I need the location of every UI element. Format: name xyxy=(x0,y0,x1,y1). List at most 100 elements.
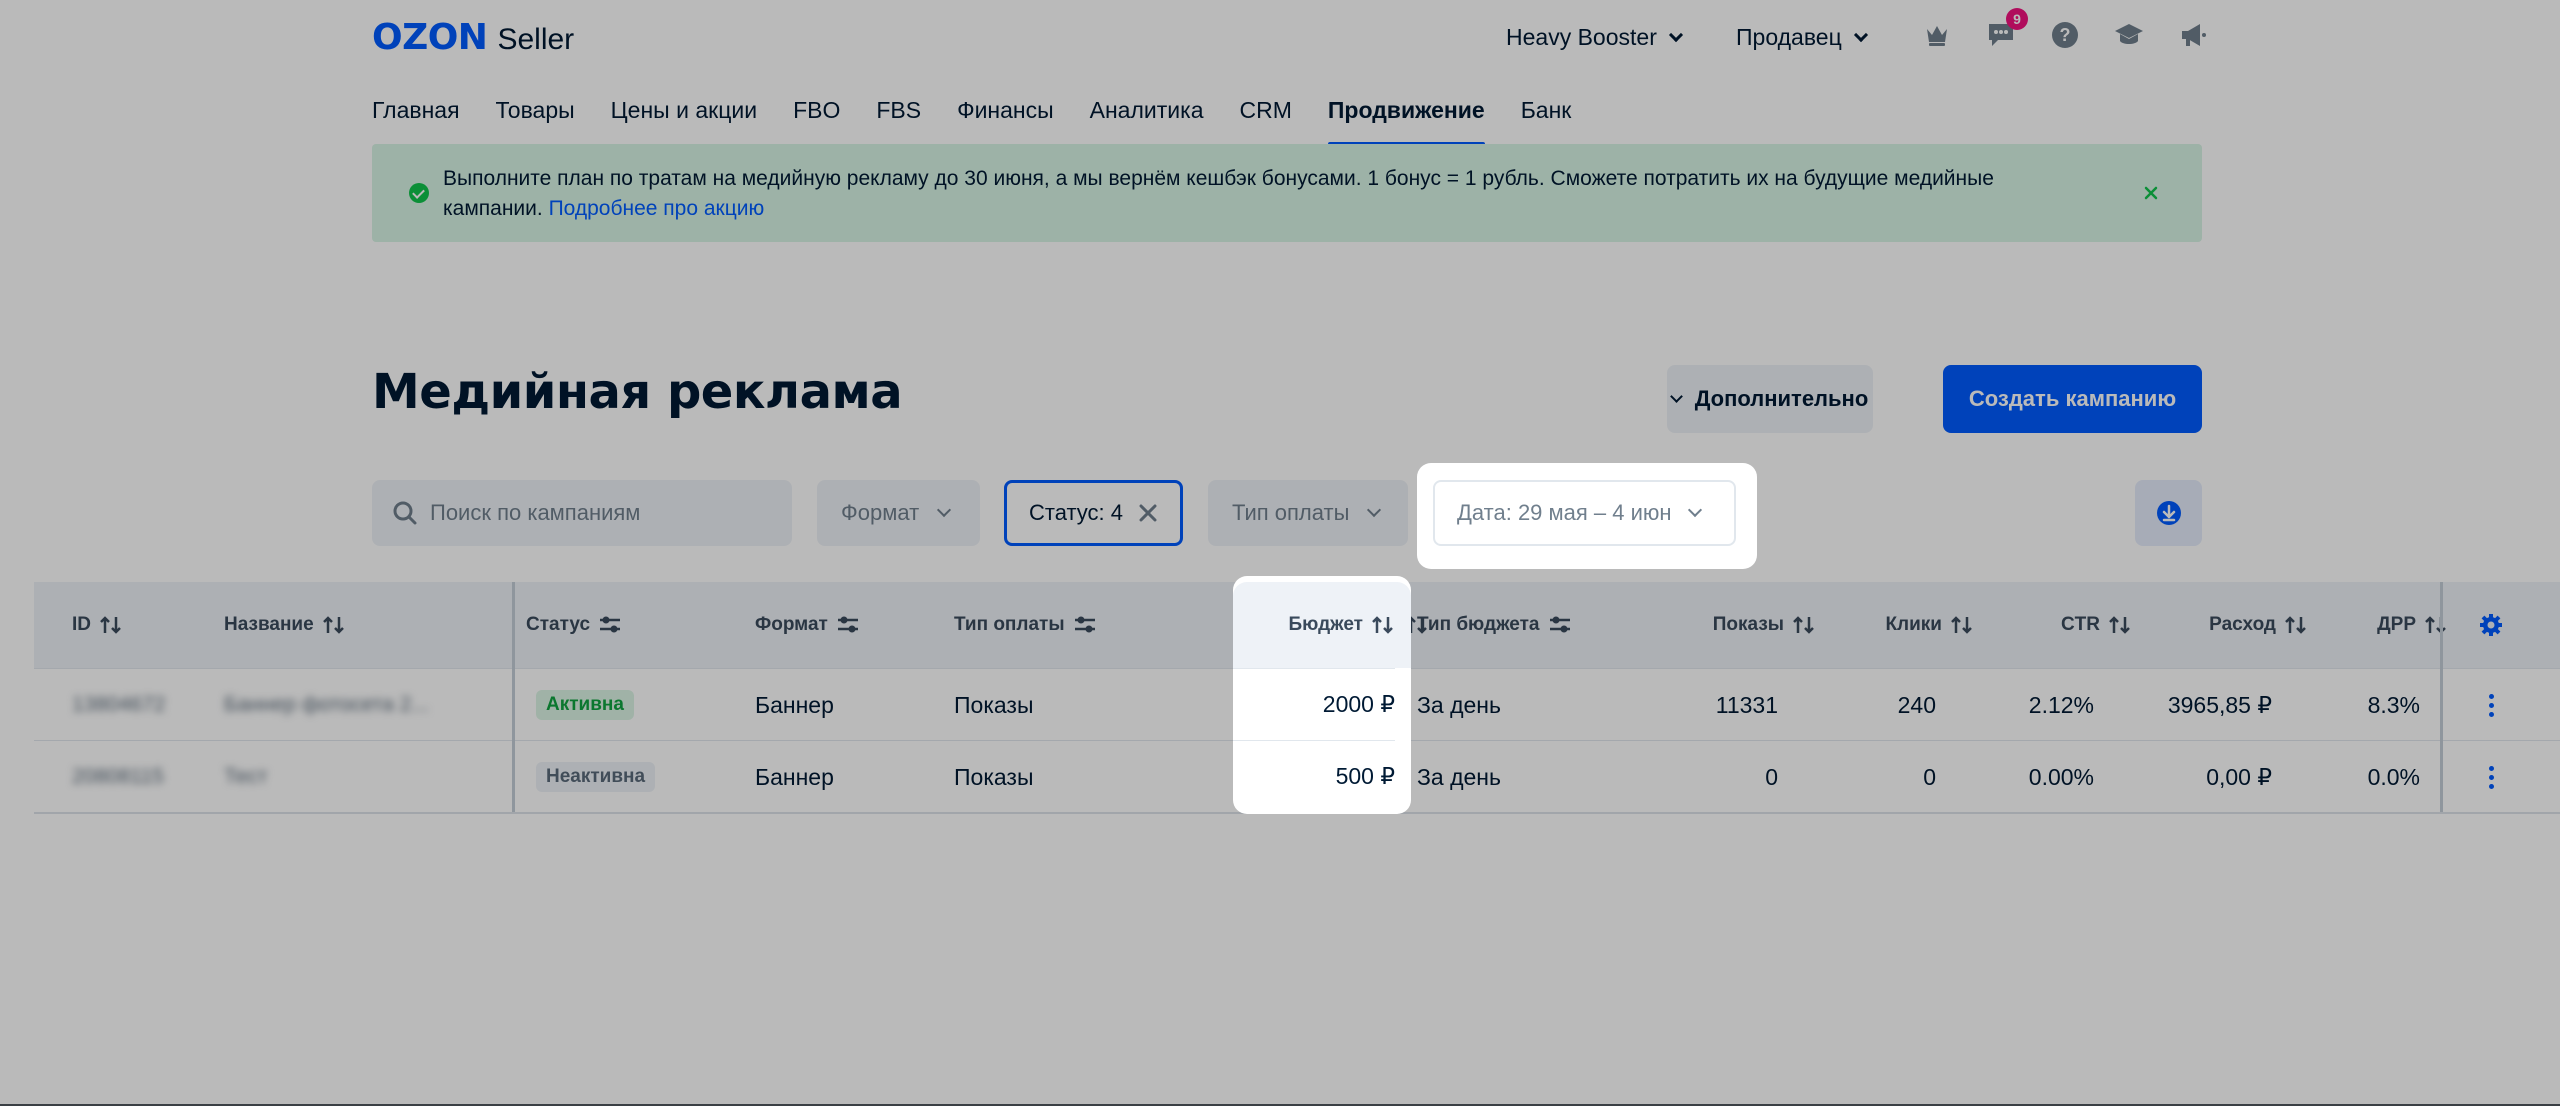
nav-item-promotion[interactable]: Продвижение xyxy=(1327,96,1485,146)
search-icon xyxy=(393,501,417,525)
col-budget-type[interactable]: Тип бюджета xyxy=(1417,582,1572,668)
col-spend-label: Расход xyxy=(2209,614,2276,635)
column-divider xyxy=(2440,582,2443,814)
col-status-label: Статус xyxy=(526,614,591,635)
nav-item-analytics[interactable]: Аналитика xyxy=(1090,96,1204,146)
col-name-label: Название xyxy=(224,614,314,635)
chevron-down-icon xyxy=(937,502,952,518)
nav-item-bank[interactable]: Банк xyxy=(1521,96,1572,146)
clear-filter-icon[interactable] xyxy=(1137,502,1159,524)
nav-item-home[interactable]: Главная xyxy=(372,96,460,146)
date-filter[interactable]: Дата: 29 мая – 4 июн xyxy=(1433,480,1736,546)
chevron-down-icon xyxy=(1853,27,1868,42)
cell-shows: 0 xyxy=(1765,763,1778,790)
create-campaign-button[interactable]: Создать кампанию xyxy=(1943,365,2202,433)
status-badge: Активна xyxy=(536,690,634,720)
chevron-down-icon xyxy=(1687,502,1702,518)
nav-item-prices[interactable]: Цены и акции xyxy=(611,96,757,146)
nav-item-crm[interactable]: CRM xyxy=(1239,96,1291,146)
sort-icon[interactable] xyxy=(99,615,123,635)
cell-budget: 2000 ₽ xyxy=(1233,668,1395,740)
date-filter-label: Дата: 29 мая – 4 июн xyxy=(1457,500,1672,525)
cell-budget-type: За день xyxy=(1417,763,1501,790)
education-icon[interactable] xyxy=(2112,18,2146,52)
col-drr[interactable]: ДРР xyxy=(2324,582,2448,668)
col-ctr-label: CTR xyxy=(2060,614,2100,635)
nav-item-fbs[interactable]: FBS xyxy=(876,96,921,146)
format-filter-label: Формат xyxy=(841,500,920,525)
gear-icon[interactable] xyxy=(2478,612,2504,638)
help-icon[interactable]: ? xyxy=(2048,18,2082,52)
col-ctr[interactable]: CTR xyxy=(1984,582,2132,668)
sort-icon[interactable] xyxy=(2284,615,2308,635)
chevron-down-icon xyxy=(1367,502,1382,518)
col-budget-highlight[interactable]: Бюджет xyxy=(1233,582,1395,668)
col-status[interactable]: Статус xyxy=(526,582,622,668)
col-payment[interactable]: Тип оплаты xyxy=(954,582,1097,668)
logo-product: Seller xyxy=(497,23,575,56)
payment-type-filter[interactable]: Тип оплаты xyxy=(1208,480,1408,546)
status-filter-label: Статус: 4 xyxy=(1029,500,1124,525)
chat-icon[interactable]: 9 xyxy=(1984,8,2028,52)
status-filter[interactable]: Статус: 4 xyxy=(1004,480,1183,546)
download-button[interactable] xyxy=(2135,480,2202,546)
col-budget-label: Бюджет xyxy=(1288,614,1363,635)
nav-item-finance[interactable]: Финансы xyxy=(957,96,1054,146)
sort-icon[interactable] xyxy=(1371,615,1395,635)
col-shows-label: Показы xyxy=(1712,614,1784,635)
column-filter-icon[interactable] xyxy=(1548,615,1572,635)
col-shows[interactable]: Показы xyxy=(1634,582,1816,668)
col-format[interactable]: Формат xyxy=(755,582,860,668)
col-drr-label: ДРР xyxy=(2377,614,2416,635)
close-icon[interactable] xyxy=(2140,182,2162,204)
sort-icon[interactable] xyxy=(2108,615,2132,635)
cell-budget: 500 ₽ xyxy=(1233,740,1395,812)
search-field[interactable] xyxy=(372,480,792,546)
download-icon xyxy=(2156,501,2181,525)
col-clicks[interactable]: Клики xyxy=(1824,582,1974,668)
svg-text:?: ? xyxy=(2060,25,2071,45)
col-spend[interactable]: Расход xyxy=(2144,582,2308,668)
banner-text: Выполните план по тратам на медийную рек… xyxy=(443,164,2083,224)
cell-payment: Показы xyxy=(954,763,1034,790)
sort-icon[interactable] xyxy=(2424,615,2448,635)
column-filter-icon[interactable] xyxy=(1073,615,1097,635)
nav-item-products[interactable]: Товары xyxy=(496,96,575,146)
chevron-down-icon xyxy=(1668,27,1683,42)
page-title: Медийная реклама xyxy=(372,364,903,420)
column-filter-icon[interactable] xyxy=(836,615,860,635)
more-vertical-icon[interactable] xyxy=(2476,685,2506,725)
cell-spend: 3965,85 ₽ xyxy=(2167,691,2272,718)
ozon-seller-logo[interactable]: OZON Seller xyxy=(372,17,575,58)
logo-brand: OZON xyxy=(372,17,488,58)
banner-link[interactable]: Подробнее про акцию xyxy=(549,197,765,220)
row-actions[interactable] xyxy=(2476,741,2506,813)
company-dropdown[interactable]: Heavy Booster xyxy=(1506,24,1683,51)
megaphone-icon[interactable] xyxy=(2176,18,2210,52)
more-vertical-icon[interactable] xyxy=(2476,757,2506,797)
more-button-label: Дополнительно xyxy=(1694,386,1869,411)
role-name: Продавец xyxy=(1736,24,1842,50)
cell-name[interactable]: Баннер фотосета 2... xyxy=(224,669,429,741)
table-settings[interactable] xyxy=(2478,582,2504,668)
cell-name[interactable]: Тест xyxy=(224,741,267,813)
column-filter-icon[interactable] xyxy=(598,615,622,635)
sort-icon[interactable] xyxy=(1792,615,1816,635)
cell-format: Баннер xyxy=(755,763,834,790)
role-dropdown[interactable]: Продавец xyxy=(1736,24,1868,51)
col-id-label: ID xyxy=(72,614,91,635)
crown-icon[interactable] xyxy=(1920,18,1954,52)
sort-icon[interactable] xyxy=(322,615,346,635)
format-filter[interactable]: Формат xyxy=(817,480,980,546)
search-input[interactable] xyxy=(430,500,770,526)
page: OZON Seller Heavy Booster Продавец 9 ? Г… xyxy=(0,0,2560,1106)
sort-icon[interactable] xyxy=(1950,615,1974,635)
col-name[interactable]: Название xyxy=(224,582,346,668)
col-id[interactable]: ID xyxy=(72,582,123,668)
cell-ctr: 2.12% xyxy=(2028,691,2094,718)
more-button[interactable]: Дополнительно xyxy=(1667,365,1873,433)
row-actions[interactable] xyxy=(2476,669,2506,741)
nav-item-fbo[interactable]: FBO xyxy=(793,96,840,146)
promo-banner: Выполните план по тратам на медийную рек… xyxy=(372,144,2202,242)
cell-payment: Показы xyxy=(954,691,1034,718)
